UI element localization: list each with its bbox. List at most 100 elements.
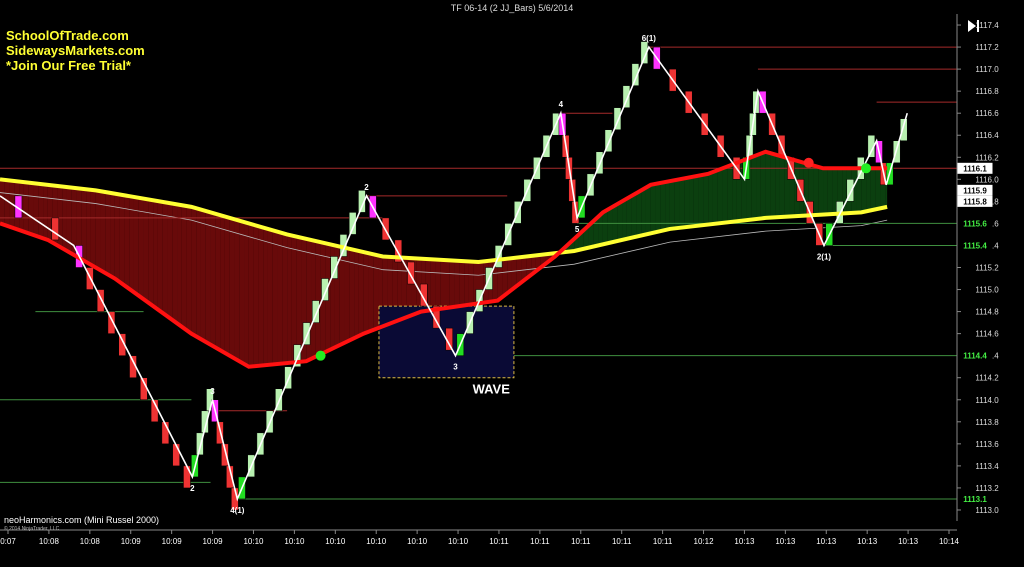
ma-cloud-segment: [248, 223, 254, 367]
ma-cloud-segment: [358, 250, 364, 336]
price-tick-label: 1116.0: [975, 175, 999, 184]
ma-cloud-segment: [440, 259, 446, 309]
ma-cloud-segment: [229, 217, 235, 359]
price-tag-label: 1116.1: [963, 164, 987, 173]
ma-cloud-segment: [138, 197, 144, 300]
price-tag-label: 1115.6: [963, 219, 987, 228]
ma-cloud-segment: [454, 260, 460, 307]
ma-cloud-segment: [722, 166, 728, 223]
ma-cloud-segment: [775, 154, 780, 218]
ma-cloud-segment: [143, 198, 149, 303]
renko-down-bar: [51, 217, 60, 241]
wave-point-label: 6(1): [642, 34, 657, 43]
ma-cloud-segment: [38, 183, 44, 239]
price-tag-label: 1114.4: [963, 352, 987, 361]
ma-cloud-segment: [655, 183, 661, 233]
wave-annotation-label: WAVE: [473, 382, 511, 397]
ma-cloud-segment: [665, 181, 670, 231]
sell-signal-dot: [803, 157, 814, 168]
renko-chart: WAVE 234(1)23456(1)2(1) 1117.41117.21117…: [0, 0, 1024, 567]
ma-cloud-segment: [272, 230, 278, 365]
ma-cloud-segment: [760, 151, 766, 219]
ma-cloud-segment: [468, 261, 474, 305]
price-tick-label: 1113.6: [975, 440, 999, 449]
ma-cloud-segment: [253, 224, 259, 367]
ma-cloud-segment: [282, 233, 288, 364]
price-tick-label: 1113.0: [975, 506, 999, 515]
branding-line-school: SchoolOfTrade.com: [6, 28, 129, 43]
ma-cloud-segment: [287, 234, 292, 364]
ma-cloud-segment: [239, 220, 245, 364]
ma-cloud-segment: [689, 176, 694, 227]
price-tag-label: 1115.9: [963, 186, 987, 195]
copyright-label: © 2014 NinjaTrader, LLC: [4, 526, 60, 532]
ma-cloud-segment: [622, 198, 627, 240]
ma-cloud-segment: [148, 199, 154, 307]
time-tick-label: 10:10: [407, 537, 428, 546]
ma-cloud-segment: [693, 175, 699, 227]
time-tick-label: 10:11: [612, 537, 632, 546]
chart-title: TF 06-14 (2 JJ_Bars) 5/6/2014: [450, 3, 574, 13]
ma-cloud-segment: [617, 201, 623, 242]
ma-cloud-segment: [191, 206, 197, 337]
ma-cloud-segment: [626, 195, 632, 239]
ma-cloud-segment: [827, 168, 833, 215]
ma-cloud-segment: [220, 215, 225, 353]
ma-cloud-segment: [291, 235, 297, 363]
ma-cloud-segment: [373, 254, 379, 330]
ma-cloud-segment: [205, 211, 211, 345]
ma-cloud-segment: [818, 166, 824, 215]
price-tag-label: 1113.1: [963, 495, 987, 504]
wave-point-label: 3: [453, 363, 458, 372]
buy-signal-dot: [315, 350, 326, 361]
ma-cloud-segment: [339, 246, 345, 346]
ma-cloud-segment: [770, 153, 776, 218]
time-tick-label: 10:08: [80, 537, 101, 546]
price-tag-label: 1115.4: [963, 241, 987, 250]
ma-cloud-segment: [708, 171, 713, 225]
price-tick-label: 1115.2: [975, 264, 999, 273]
price-tick-label: 1114.8: [975, 308, 999, 317]
time-tick-label: 0:07: [0, 537, 16, 546]
price-tick-label: 1116.8: [975, 87, 999, 96]
ma-cloud-segment: [33, 183, 39, 237]
ma-cloud-segment: [698, 174, 704, 226]
ma-cloud-segment: [167, 202, 173, 320]
ma-cloud-segment: [363, 252, 369, 334]
ma-cloud-segment: [679, 178, 685, 228]
time-tick-label: 10:13: [898, 537, 919, 546]
renko-up-bar: [899, 118, 908, 141]
wave-point-label: 2: [364, 183, 369, 192]
time-tick-label: 10:13: [775, 537, 796, 546]
buy-signal-dot: [861, 163, 872, 174]
ma-cloud-segment: [224, 216, 230, 356]
ma-cloud-segment: [162, 201, 168, 317]
wave-point-label: 4(1): [230, 506, 245, 515]
time-tick-label: 10:08: [39, 537, 60, 546]
price-tick-label: 1115.0: [975, 286, 999, 295]
time-tick-label: 10:13: [734, 537, 755, 546]
ma-cloud-segment: [459, 260, 465, 307]
ma-cloud-segment: [751, 155, 757, 220]
price-tick-label: 1114.0: [975, 396, 999, 405]
ma-cloud-segment: [631, 193, 637, 238]
ma-cloud-segment: [368, 253, 374, 332]
ma-cloud-segment: [712, 170, 718, 224]
time-tick-label: 10:09: [203, 537, 224, 546]
time-tick-label: 10:13: [857, 537, 878, 546]
play-triangle-icon[interactable]: [966, 19, 980, 33]
ma-cloud-segment: [105, 192, 111, 276]
price-tick-label: 1116.2: [975, 153, 999, 162]
ma-cloud-segment: [602, 209, 608, 245]
ma-cloud-segment: [4, 179, 10, 227]
price-tag-label: 1115.8: [963, 197, 987, 206]
ma-cloud-segment: [315, 241, 321, 357]
ma-cloud-segment: [445, 260, 450, 309]
ma-cloud-segment: [100, 191, 106, 274]
price-tick-label: 1116.4: [975, 131, 999, 140]
ma-cloud-segment: [669, 180, 675, 229]
ma-cloud-segment: [435, 259, 441, 310]
ma-cloud-segment: [650, 183, 656, 234]
ma-cloud-segment: [200, 209, 206, 342]
time-tick-label: 10:11: [530, 537, 550, 546]
